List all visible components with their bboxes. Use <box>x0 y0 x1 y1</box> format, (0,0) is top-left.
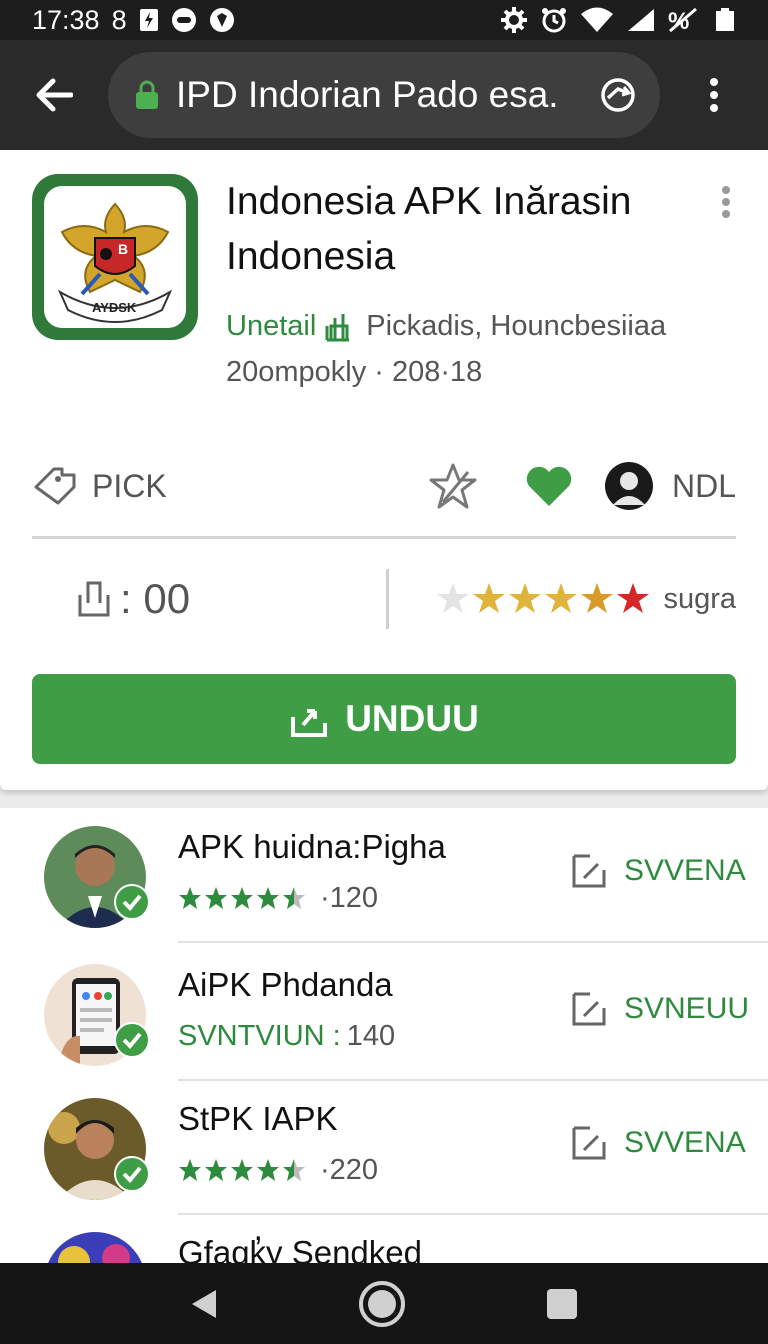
colorful-avatar-icon <box>44 1232 146 1263</box>
heart-icon[interactable] <box>524 464 574 508</box>
count-value: : 00 <box>120 575 191 622</box>
stats-row: : 00 sugra <box>32 564 736 634</box>
list-item-action-label: SVNEUU <box>624 992 750 1025</box>
shield-icon <box>209 8 234 32</box>
app-icon[interactable]: B AYDSK <box>32 174 198 340</box>
app-detail-card: B AYDSK Indonesia APK Inărasin Indonesia… <box>0 150 768 790</box>
verified-check-icon <box>114 884 150 920</box>
avatar[interactable] <box>604 461 654 511</box>
card-menu-icon[interactable] <box>712 184 740 220</box>
list-item[interactable]: APK huidna:Pigha · 120 SVVENA <box>0 808 768 943</box>
list-item-title: AiPK Phdanda <box>178 966 393 1003</box>
svg-text:B: B <box>118 241 128 257</box>
list-item-action-label: SVVENA <box>624 854 746 887</box>
rating: sugra <box>435 579 736 619</box>
recents-square-icon[interactable] <box>546 1288 578 1320</box>
rating-stars-icon <box>179 886 305 909</box>
app-category: Pickadis, Houncbesiiaa <box>366 310 667 342</box>
list-item[interactable]: StPK IAPK · 220 SVVENA <box>0 1080 768 1215</box>
list-item[interactable]: Gfaqk̓y Sendked <box>0 1214 768 1263</box>
list-item-count: 120 <box>329 882 379 914</box>
system-nav-bar <box>0 1263 768 1344</box>
wifi-icon <box>581 7 613 32</box>
divider <box>32 536 736 539</box>
alarm-icon <box>542 8 566 33</box>
app-date: 20ompokly · 208·18 <box>226 356 483 388</box>
upload-icon <box>291 709 328 737</box>
list-item-title: Gfaqk̓y Sendked <box>178 1234 422 1263</box>
back-triangle-icon[interactable] <box>190 1288 218 1320</box>
list-item-action[interactable]: SVVENA <box>570 1124 746 1162</box>
rating-stars-icon <box>179 1158 305 1181</box>
list-item-action[interactable]: SVVENA <box>570 852 746 890</box>
verified-check-icon <box>114 1022 150 1058</box>
stats-separator <box>386 569 390 629</box>
battery-level-icon <box>716 8 734 31</box>
list-item-title: StPK IAPK <box>178 1100 338 1137</box>
browser-toolbar: IPD Indorian Pado esa. <box>0 40 768 150</box>
verified-check-icon <box>114 1156 150 1192</box>
app-meta: Unetail Pickadis, Houncbesiiaa <box>226 310 666 343</box>
status-bar: 17:38 8 % <box>0 0 768 40</box>
list-item-action[interactable]: SVNEUU <box>570 990 749 1028</box>
list-item-subtitle: · 120 <box>178 882 378 915</box>
battery-icon: % <box>668 7 697 33</box>
developer-link[interactable]: Unetail <box>226 310 316 343</box>
app-title: Indonesia APK Inărasin Indonesia <box>226 180 632 278</box>
lock-icon <box>136 80 158 109</box>
rating-label: sugra <box>663 582 736 615</box>
address-bar[interactable]: IPD Indorian Pado esa. <box>108 52 660 138</box>
edit-box-icon <box>572 1126 606 1160</box>
tag-icon <box>34 467 76 505</box>
home-circle-icon[interactable] <box>358 1280 406 1328</box>
back-button[interactable] <box>0 40 108 150</box>
download-box-icon <box>78 581 110 617</box>
settings-icon <box>501 7 527 33</box>
garuda-emblem-icon: B AYDSK <box>44 186 186 328</box>
pick-label: PICK <box>92 467 167 504</box>
list-item[interactable]: AiPK Phdanda SVNTVIUN : 140 SVNEUU <box>0 946 768 1081</box>
url-text: IPD Indorian Pado esa. <box>176 74 559 115</box>
status-time: 17:38 <box>32 4 100 35</box>
download-count: : 00 <box>74 575 190 623</box>
back-arrow-icon <box>36 78 73 112</box>
status-number: 8 <box>111 4 127 35</box>
list-item-tag: SVNTVIUN : <box>178 1020 341 1052</box>
svg-text:AYDSK: AYDSK <box>92 300 137 315</box>
list-divider <box>178 941 768 943</box>
list-item-action-label: SVVENA <box>624 1126 746 1159</box>
bar-chart-icon <box>325 313 350 341</box>
avatar <box>44 1232 146 1263</box>
edit-box-icon <box>572 992 606 1026</box>
notification-icon <box>139 9 158 31</box>
overflow-menu-icon <box>710 78 718 112</box>
download-button[interactable]: UNDUU <box>32 674 736 764</box>
rating-stars-icon <box>437 583 650 613</box>
message-icon <box>171 8 196 32</box>
sync-icon[interactable] <box>598 75 638 115</box>
list-item-subtitle: SVNTVIUN : 140 <box>178 1020 395 1053</box>
signal-icon <box>628 9 654 31</box>
list-item-count: 140 <box>346 1020 396 1052</box>
overflow-menu-button[interactable] <box>660 40 768 150</box>
download-label: UNDUU <box>345 698 479 739</box>
list-item-count: 220 <box>329 1154 379 1186</box>
list-item-title: APK huidna:Pigha <box>178 828 446 865</box>
star-outline-icon[interactable] <box>428 462 478 510</box>
list-item-subtitle: · 220 <box>178 1154 378 1187</box>
related-apps-list: APK huidna:Pigha · 120 SVVENA AiPK Phdan… <box>0 808 768 1263</box>
pick-button[interactable]: PICK <box>32 465 167 507</box>
action-row: PICK NDL <box>32 456 736 516</box>
ndl-label[interactable]: NDL <box>672 468 736 505</box>
edit-box-icon <box>572 854 606 888</box>
